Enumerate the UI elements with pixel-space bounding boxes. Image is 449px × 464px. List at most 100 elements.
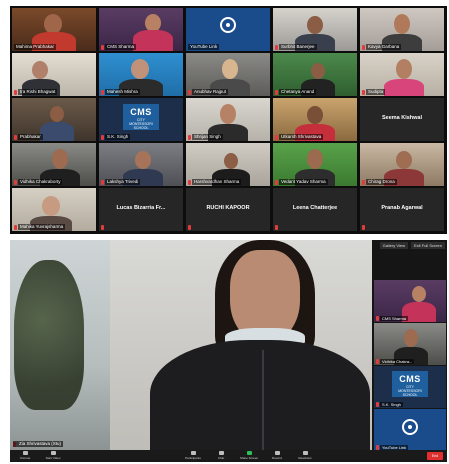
muted-mic-icon	[101, 135, 104, 140]
participant-tile[interactable]: Mahima Prabhakar	[12, 8, 96, 51]
participant-tile[interactable]: Chetanya Anand	[273, 53, 357, 96]
participant-name: Seema Kishwal	[381, 115, 423, 121]
muted-mic-icon	[101, 90, 104, 95]
obs-logo-icon	[220, 17, 236, 33]
muted-mic-icon	[188, 225, 191, 230]
muted-mic-icon	[188, 135, 191, 140]
share-screen-button[interactable]: Share Screen	[236, 451, 262, 460]
participant-name: Mahesh Mishra	[105, 89, 140, 95]
participant-tile[interactable]: Pranab Agarwal	[360, 188, 444, 231]
muted-mic-icon	[275, 135, 278, 140]
thumbnail-tile[interactable]: CMS CITY MONTESSORI SCHOOL S.K. Singh	[374, 366, 446, 408]
thumbnail-tile[interactable]: Vidhika Chakra...	[374, 323, 446, 365]
participant-name: Anubhav Rajput	[192, 89, 229, 95]
muted-mic-icon	[14, 135, 17, 140]
participant-name: Vidhika Chakraborty	[18, 179, 63, 185]
gallery-view-button[interactable]: Gallery View	[379, 242, 408, 249]
thumbnail-tile[interactable]: CMS Sharma	[374, 280, 446, 322]
record-icon	[274, 451, 280, 455]
record-button[interactable]: Record	[264, 451, 290, 460]
participant-tile[interactable]: Ira Rishi Bhagwat	[12, 53, 96, 96]
participant-name: S.K. Singh	[105, 134, 131, 140]
participant-name: Leena Chatterjee	[292, 205, 338, 211]
participant-name: Vidhika Chakra...	[380, 359, 415, 364]
speaker-jacket	[150, 340, 370, 450]
meeting-toolbar: Unmute Start Video Participants Chat Sha…	[10, 450, 447, 462]
participants-button[interactable]: Participants	[180, 451, 206, 460]
smiley-icon	[302, 451, 308, 455]
muted-mic-icon	[14, 225, 17, 230]
participant-name: CMS Sharma	[105, 44, 137, 50]
end-meeting-button[interactable]: End	[427, 452, 443, 460]
start-video-button[interactable]: Start Video	[40, 451, 66, 460]
participant-tile[interactable]: CMS Sharma	[99, 8, 183, 51]
participant-tile[interactable]: Lucas Bizarria Fr...	[99, 188, 183, 231]
participant-name: Prabhakar	[18, 134, 43, 140]
microphone-icon	[22, 451, 28, 455]
active-speaker-video[interactable]: Zia Shrivastava (Stu)	[10, 240, 372, 450]
participant-tile[interactable]: Lakshya Trivedi	[99, 143, 183, 186]
participant-strip: CMS Sharma Vidhika Chakra... CMS CITY MON…	[374, 280, 446, 452]
participant-name: CMS Sharma	[380, 316, 409, 321]
exit-full-screen-button[interactable]: Exit Full Screen	[410, 242, 445, 249]
participant-name: S.K. Singh	[380, 402, 403, 407]
muted-mic-icon	[101, 45, 104, 50]
school-logo: CMS CITY MONTESSORI SCHOOL	[123, 104, 159, 130]
muted-mic-icon	[275, 45, 278, 50]
participant-tile[interactable]: Kavya Garbana	[360, 8, 444, 51]
participant-name: Shrijan Singh	[192, 134, 223, 140]
participant-name: Pranab Agarwal	[381, 205, 423, 211]
participant-tile[interactable]: Anubhav Rajput	[186, 53, 270, 96]
participant-tile[interactable]: Chirag Drona	[360, 143, 444, 186]
participant-tile[interactable]: Harshvardhan Sharma	[186, 143, 270, 186]
muted-mic-icon	[188, 90, 191, 95]
participant-name: Mahima Prabhakar	[14, 44, 57, 50]
chat-button[interactable]: Chat	[208, 451, 234, 460]
participant-tile[interactable]: Seema Kishwal	[360, 98, 444, 141]
participant-tile[interactable]: Shrijan Singh	[186, 98, 270, 141]
muted-mic-icon	[14, 90, 17, 95]
muted-mic-icon	[275, 90, 278, 95]
participant-tile[interactable]: Sudipta	[360, 53, 444, 96]
share-screen-icon	[246, 451, 252, 455]
participant-tile[interactable]: Prabhakar	[12, 98, 96, 141]
jacket-zip	[262, 350, 264, 450]
participant-tile[interactable]: Leena Chatterjee	[273, 188, 357, 231]
participant-name: Harshvardhan Sharma	[192, 179, 242, 185]
participant-tile[interactable]: CMS CITY MONTESSORI SCHOOL S.K. Singh	[99, 98, 183, 141]
participant-tile[interactable]: YouTube Link	[186, 8, 270, 51]
participant-tile[interactable]: Mahesh Mishra	[99, 53, 183, 96]
zoom-gallery-view: Mahima Prabhakar CMS Sharma YouTube Link…	[10, 6, 447, 234]
participant-name: Sudipta	[366, 89, 386, 95]
participant-name: Lucas Bizarria Fr...	[116, 205, 166, 211]
participant-tile[interactable]: RUCHI KAPOOR	[186, 188, 270, 231]
muted-mic-icon	[275, 225, 278, 230]
participant-tile[interactable]: Mahika Yuvrajsharma	[12, 188, 96, 231]
view-controls: Gallery View Exit Full Screen	[379, 242, 445, 249]
muted-mic-icon	[101, 180, 104, 185]
participant-tile[interactable]: Surbhit Banerjee	[273, 8, 357, 51]
muted-mic-icon	[362, 225, 365, 230]
obs-logo-icon	[402, 419, 418, 435]
participant-name: Surbhit Banerjee	[279, 44, 317, 50]
participant-tile[interactable]: Vidhika Chakraborty	[12, 143, 96, 186]
unmute-button[interactable]: Unmute	[12, 451, 38, 460]
muted-mic-icon	[376, 402, 379, 407]
participant-name: Lakshya Trivedi	[105, 179, 141, 185]
participant-tile[interactable]: Utkarsh Shrivastava	[273, 98, 357, 141]
muted-mic-icon	[275, 180, 278, 185]
muted-mic-icon	[376, 359, 379, 364]
participant-tile[interactable]: Vedant Yadav Sharma	[273, 143, 357, 186]
reactions-button[interactable]: Reactions	[292, 451, 318, 460]
thumbnail-tile[interactable]: YouTube Link	[374, 409, 446, 451]
chat-bubble-icon	[218, 451, 224, 455]
muted-mic-icon	[14, 180, 17, 185]
participant-name: Kavya Garbana	[366, 44, 402, 50]
people-icon	[190, 451, 196, 455]
participant-name: Ira Rishi Bhagwat	[18, 89, 58, 95]
muted-mic-icon	[362, 180, 365, 185]
participant-name: RUCHI KAPOOR	[206, 205, 250, 211]
zoom-speaker-view: Zia Shrivastava (Stu) Gallery View Exit …	[10, 240, 447, 462]
tree-background	[14, 260, 84, 410]
participant-name: Chetanya Anand	[279, 89, 317, 95]
